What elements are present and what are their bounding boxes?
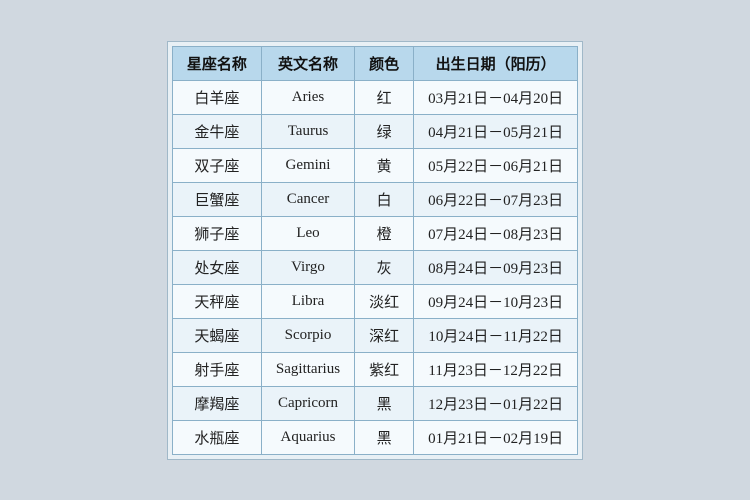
table-row: 摩羯座Capricorn黑12月23日－01月22日 bbox=[172, 386, 577, 420]
cell-english-name: Aries bbox=[261, 80, 354, 114]
cell-date: 07月24日－08月23日 bbox=[414, 216, 578, 250]
cell-english-name: Taurus bbox=[261, 114, 354, 148]
table-row: 天秤座Libra淡红09月24日－10月23日 bbox=[172, 284, 577, 318]
cell-color: 紫红 bbox=[355, 352, 414, 386]
cell-english-name: Sagittarius bbox=[261, 352, 354, 386]
cell-date: 09月24日－10月23日 bbox=[414, 284, 578, 318]
cell-color: 橙 bbox=[355, 216, 414, 250]
col-header-date: 出生日期（阳历） bbox=[414, 46, 578, 80]
cell-date: 06月22日－07月23日 bbox=[414, 182, 578, 216]
cell-english-name: Aquarius bbox=[261, 420, 354, 454]
cell-chinese-name: 巨蟹座 bbox=[172, 182, 261, 216]
cell-chinese-name: 射手座 bbox=[172, 352, 261, 386]
table-header-row: 星座名称 英文名称 颜色 出生日期（阳历） bbox=[172, 46, 577, 80]
cell-color: 黑 bbox=[355, 386, 414, 420]
cell-color: 红 bbox=[355, 80, 414, 114]
zodiac-table-container: 星座名称 英文名称 颜色 出生日期（阳历） 白羊座Aries红03月21日－04… bbox=[167, 41, 583, 460]
cell-date: 12月23日－01月22日 bbox=[414, 386, 578, 420]
cell-color: 黑 bbox=[355, 420, 414, 454]
col-header-color: 颜色 bbox=[355, 46, 414, 80]
cell-chinese-name: 白羊座 bbox=[172, 80, 261, 114]
table-row: 水瓶座Aquarius黑01月21日－02月19日 bbox=[172, 420, 577, 454]
table-row: 射手座Sagittarius紫红11月23日－12月22日 bbox=[172, 352, 577, 386]
cell-english-name: Cancer bbox=[261, 182, 354, 216]
cell-chinese-name: 摩羯座 bbox=[172, 386, 261, 420]
cell-english-name: Gemini bbox=[261, 148, 354, 182]
cell-chinese-name: 天蝎座 bbox=[172, 318, 261, 352]
cell-date: 10月24日－11月22日 bbox=[414, 318, 578, 352]
cell-english-name: Scorpio bbox=[261, 318, 354, 352]
cell-date: 08月24日－09月23日 bbox=[414, 250, 578, 284]
cell-english-name: Libra bbox=[261, 284, 354, 318]
table-row: 处女座Virgo灰08月24日－09月23日 bbox=[172, 250, 577, 284]
cell-date: 11月23日－12月22日 bbox=[414, 352, 578, 386]
cell-date: 03月21日－04月20日 bbox=[414, 80, 578, 114]
cell-date: 05月22日－06月21日 bbox=[414, 148, 578, 182]
cell-chinese-name: 水瓶座 bbox=[172, 420, 261, 454]
cell-color: 白 bbox=[355, 182, 414, 216]
cell-english-name: Capricorn bbox=[261, 386, 354, 420]
cell-chinese-name: 处女座 bbox=[172, 250, 261, 284]
table-row: 白羊座Aries红03月21日－04月20日 bbox=[172, 80, 577, 114]
cell-chinese-name: 狮子座 bbox=[172, 216, 261, 250]
table-row: 巨蟹座Cancer白06月22日－07月23日 bbox=[172, 182, 577, 216]
col-header-english: 英文名称 bbox=[261, 46, 354, 80]
col-header-chinese: 星座名称 bbox=[172, 46, 261, 80]
table-row: 狮子座Leo橙07月24日－08月23日 bbox=[172, 216, 577, 250]
table-row: 天蝎座Scorpio深红10月24日－11月22日 bbox=[172, 318, 577, 352]
cell-chinese-name: 双子座 bbox=[172, 148, 261, 182]
cell-color: 黄 bbox=[355, 148, 414, 182]
cell-color: 绿 bbox=[355, 114, 414, 148]
cell-date: 04月21日－05月21日 bbox=[414, 114, 578, 148]
table-row: 金牛座Taurus绿04月21日－05月21日 bbox=[172, 114, 577, 148]
cell-date: 01月21日－02月19日 bbox=[414, 420, 578, 454]
zodiac-table: 星座名称 英文名称 颜色 出生日期（阳历） 白羊座Aries红03月21日－04… bbox=[172, 46, 578, 455]
cell-color: 灰 bbox=[355, 250, 414, 284]
cell-color: 深红 bbox=[355, 318, 414, 352]
cell-color: 淡红 bbox=[355, 284, 414, 318]
table-row: 双子座Gemini黄05月22日－06月21日 bbox=[172, 148, 577, 182]
cell-english-name: Leo bbox=[261, 216, 354, 250]
cell-english-name: Virgo bbox=[261, 250, 354, 284]
cell-chinese-name: 天秤座 bbox=[172, 284, 261, 318]
cell-chinese-name: 金牛座 bbox=[172, 114, 261, 148]
